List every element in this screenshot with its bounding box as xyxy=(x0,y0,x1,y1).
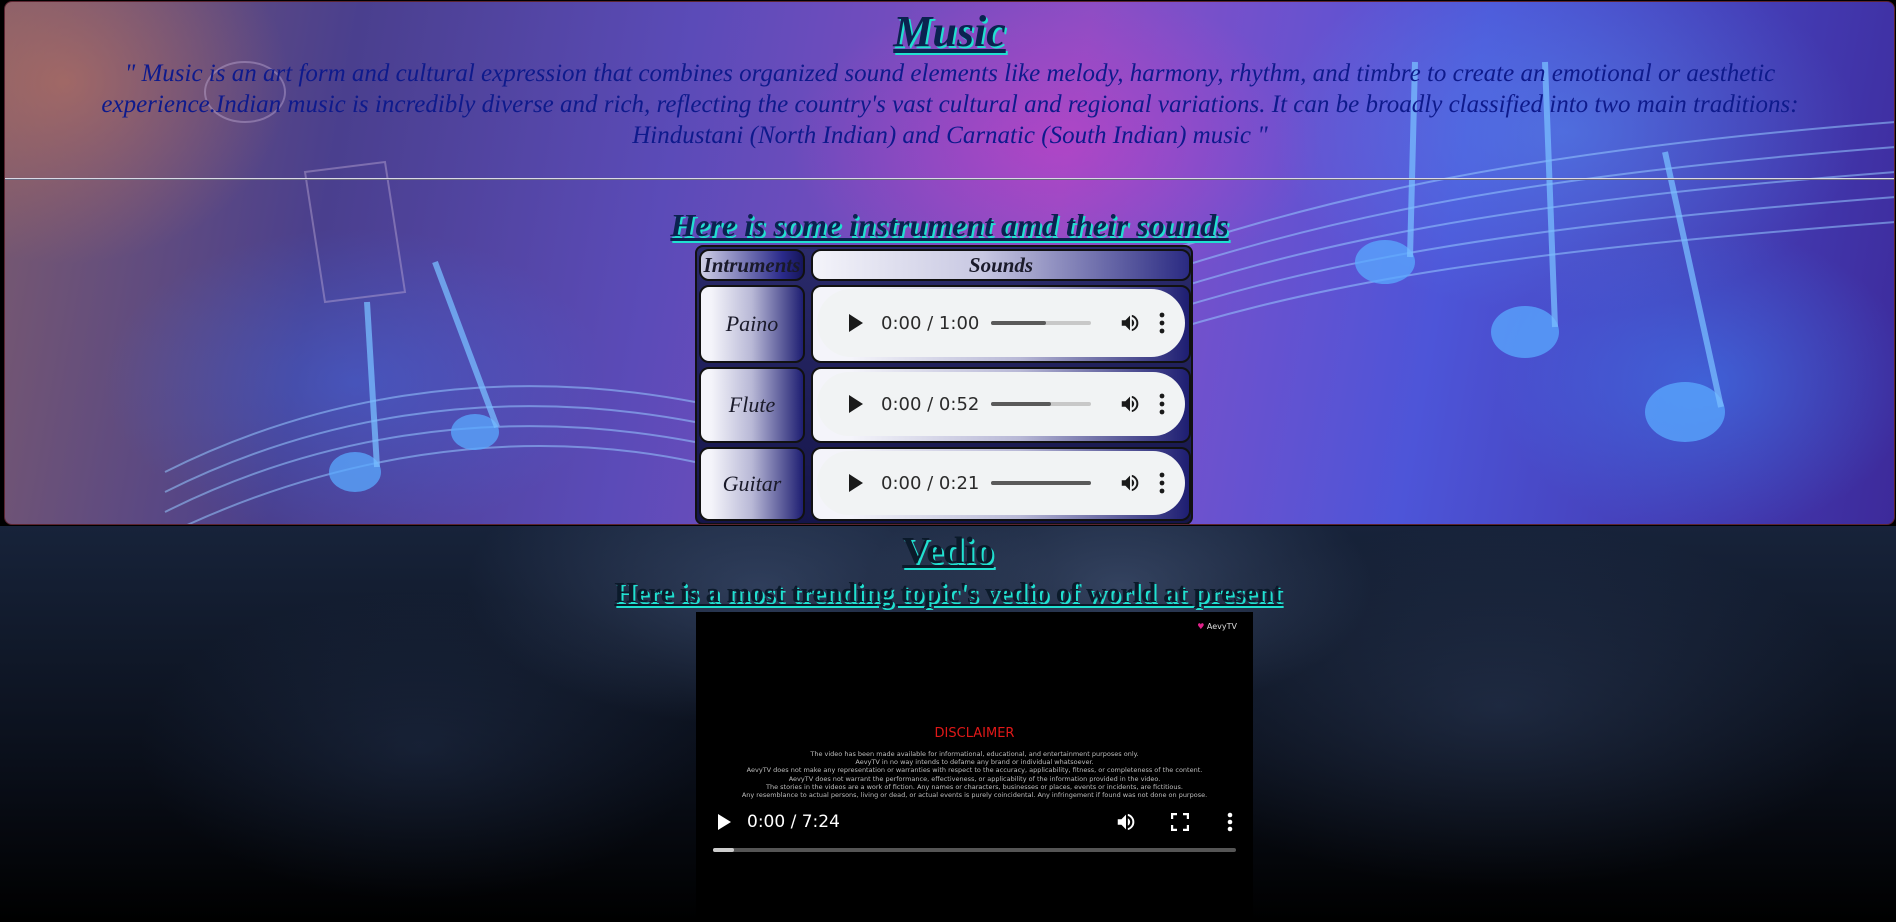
audio-time: 0:00 / 0:21 xyxy=(881,472,980,494)
disclaimer-line: Any resemblance to actual persons, livin… xyxy=(741,791,1208,800)
video-player[interactable]: ♥ AevyTV DISCLAIMER The video has been m… xyxy=(696,612,1253,922)
instrument-cell: Guitar xyxy=(699,447,805,521)
video-play-icon[interactable] xyxy=(718,814,731,830)
disclaimer-line: AevyTV does not make any representation … xyxy=(746,766,1203,775)
audio-time: 0:00 / 1:00 xyxy=(881,312,980,334)
instrument-sounds-table: Intruments Sounds Paino 0:00 / 1:00 Flut… xyxy=(695,245,1193,524)
video-controls: 0:00 / 7:24 xyxy=(696,802,1253,842)
volume-level xyxy=(991,402,1051,406)
audio-player[interactable]: 0:00 / 0:52 xyxy=(817,372,1185,436)
audio-player[interactable]: 0:00 / 0:21 xyxy=(817,451,1185,515)
channel-brand: ♥ AevyTV xyxy=(1197,622,1237,631)
video-subtitle: Here is a most trending topic's vedio of… xyxy=(614,578,1282,609)
table-header-sounds: Sounds xyxy=(811,249,1191,281)
volume-level xyxy=(991,481,1091,485)
video-more-options-icon[interactable] xyxy=(1227,812,1233,832)
disclaimer-line: The stories in the videos are a work of … xyxy=(766,782,1183,791)
music-section: Music " Music is an art form and cultura… xyxy=(4,1,1895,525)
play-icon[interactable] xyxy=(849,395,863,413)
video-progress-bar[interactable] xyxy=(713,848,1236,852)
sound-cell: 0:00 / 1:00 xyxy=(811,285,1191,363)
audio-player[interactable]: 0:00 / 1:00 xyxy=(817,289,1185,357)
music-title: Music xyxy=(893,7,1006,56)
play-icon[interactable] xyxy=(849,474,863,492)
instrument-cell: Flute xyxy=(699,367,805,443)
volume-slider[interactable] xyxy=(991,321,1091,325)
disclaimer-title: DISCLAIMER xyxy=(934,726,1015,741)
audio-time: 0:00 / 0:52 xyxy=(881,393,980,415)
volume-icon[interactable] xyxy=(1119,393,1141,415)
more-options-icon[interactable] xyxy=(1159,393,1165,415)
video-title: Vedio xyxy=(902,530,994,572)
sound-cell: 0:00 / 0:21 xyxy=(811,447,1191,521)
volume-icon[interactable] xyxy=(1119,472,1141,494)
disclaimer-text: The video has been made available for in… xyxy=(726,750,1223,799)
music-quote: " Music is an art form and cultural expr… xyxy=(101,60,1799,149)
more-options-icon[interactable] xyxy=(1159,472,1165,494)
brand-name: AevyTV xyxy=(1206,622,1237,631)
disclaimer-line: The video has been made available for in… xyxy=(810,750,1139,758)
play-icon[interactable] xyxy=(849,314,863,332)
video-section: Vedio Here is a most trending topic's ve… xyxy=(0,526,1896,922)
volume-icon[interactable] xyxy=(1119,312,1141,334)
disclaimer-line: AevyTV in no way intends to defame any b… xyxy=(855,758,1094,767)
instruments-heading: Here is some instrument amd their sounds xyxy=(670,207,1229,243)
video-volume-icon[interactable] xyxy=(1115,811,1137,833)
fullscreen-icon[interactable] xyxy=(1171,813,1189,831)
disclaimer-line: AevyTV does not warrant the performance,… xyxy=(788,774,1161,783)
volume-slider[interactable] xyxy=(991,402,1091,406)
volume-level xyxy=(991,321,1046,325)
table-header-instruments: Intruments xyxy=(699,249,805,281)
volume-slider[interactable] xyxy=(991,481,1091,485)
video-progress-fill xyxy=(713,848,734,852)
more-options-icon[interactable] xyxy=(1159,312,1165,334)
instrument-cell: Paino xyxy=(699,285,805,363)
section-divider xyxy=(5,178,1894,180)
brand-logo-icon: ♥ xyxy=(1197,622,1205,631)
video-time: 0:00 / 7:24 xyxy=(747,812,840,832)
sound-cell: 0:00 / 0:52 xyxy=(811,367,1191,443)
